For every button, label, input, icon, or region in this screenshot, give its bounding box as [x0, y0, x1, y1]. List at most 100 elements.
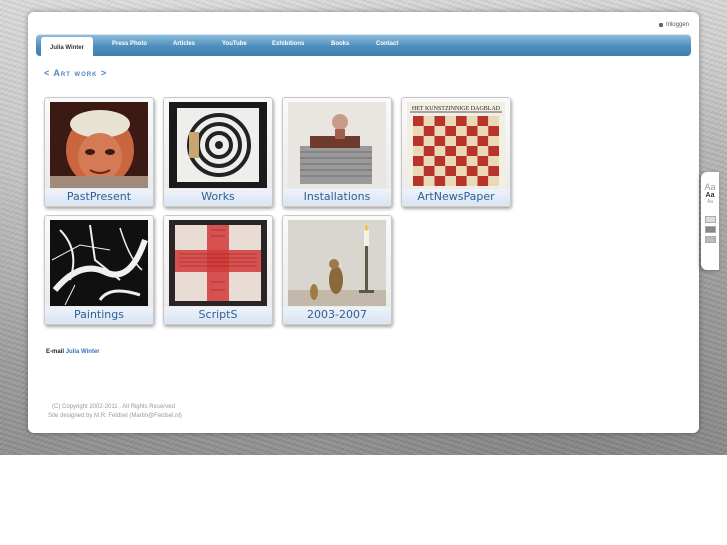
- checker-square: [445, 166, 456, 176]
- checker-square: [423, 146, 435, 156]
- content-panel: Inloggen Julia Winter Press Photo Articl…: [28, 12, 699, 433]
- checker-square: [477, 176, 489, 186]
- checker-square: [413, 156, 424, 166]
- footer: (C) Copyright 2002-2011 . All Rights Res…: [48, 403, 182, 421]
- checker-square: [477, 136, 489, 146]
- checker-square: [466, 116, 478, 126]
- email-link[interactable]: Julia Winter: [66, 349, 100, 355]
- checker-square: [456, 156, 467, 166]
- tile-works[interactable]: Works: [163, 97, 273, 207]
- thumbnail-installations: [288, 102, 386, 188]
- checker-square: [466, 166, 478, 176]
- tile-artnewspaper[interactable]: HET KUNSTZINNIGE DAGBLAD ArtNewsPaper: [401, 97, 511, 207]
- checker-square: [456, 176, 467, 186]
- checker-square: [477, 126, 489, 136]
- checker-square: [456, 126, 467, 136]
- checker-square: [413, 176, 424, 186]
- tile-paintings[interactable]: Paintings: [44, 215, 154, 325]
- nav-item-contact[interactable]: Contact: [376, 41, 398, 47]
- checker-square: [466, 176, 478, 186]
- checker-square: [423, 116, 435, 126]
- checker-square: [445, 136, 456, 146]
- checker-square: [434, 116, 446, 126]
- checker-square: [423, 156, 435, 166]
- checker-square: [477, 146, 489, 156]
- tile-label-pastpresent: PastPresent: [45, 189, 153, 205]
- contrast-swatch-medium[interactable]: [704, 236, 716, 243]
- email-prefix: E-mail: [46, 349, 65, 355]
- checker-square: [488, 176, 499, 186]
- checker-square: [477, 156, 489, 166]
- checker-square: [434, 156, 446, 166]
- checker-square: [466, 136, 478, 146]
- thumbnail-pastpresent: [50, 102, 148, 188]
- section-title: < Art work >: [44, 68, 108, 78]
- checker-square: [434, 136, 446, 146]
- tile-scripts[interactable]: ScriptS: [163, 215, 273, 325]
- login-label: Inloggen: [665, 22, 689, 28]
- tile-label-artnewspaper: ArtNewsPaper: [402, 189, 510, 205]
- checker-square: [423, 136, 435, 146]
- copyright-text: (C) Copyright 2002-2011 . All Rights Res…: [52, 404, 175, 410]
- checker-square: [423, 126, 435, 136]
- nav-item-youtube[interactable]: YouTube: [222, 41, 247, 47]
- checker-square: [466, 126, 478, 136]
- tile-label-scripts: ScriptS: [164, 307, 272, 323]
- contrast-swatch-dark[interactable]: [704, 226, 716, 233]
- nav-item-julia-winter[interactable]: Julia Winter: [41, 37, 93, 56]
- checker-square: [413, 126, 424, 136]
- nav-item-books[interactable]: Books: [331, 41, 349, 47]
- login-link[interactable]: Inloggen: [658, 22, 689, 28]
- checker-square: [413, 166, 424, 176]
- nav-item-exhibitions[interactable]: Exhibitions: [272, 41, 304, 47]
- checker-square: [445, 156, 456, 166]
- checker-square: [466, 146, 478, 156]
- checker-square: [477, 116, 489, 126]
- tile-label-paintings: Paintings: [45, 307, 153, 323]
- thumbnail-scripts: [169, 220, 267, 306]
- font-size-medium[interactable]: Aa: [701, 192, 719, 199]
- tile-label-works: Works: [164, 189, 272, 205]
- tile-label-2003-2007: 2003-2007: [283, 307, 391, 323]
- checker-square: [423, 176, 435, 186]
- main-navigation: Julia Winter Press Photo Articles YouTub…: [36, 34, 691, 56]
- contrast-swatch-light[interactable]: [704, 216, 716, 223]
- checker-square: [488, 116, 499, 126]
- thumbnail-artnewspaper: HET KUNSTZINNIGE DAGBLAD: [407, 102, 505, 188]
- checker-square: [488, 136, 499, 146]
- designer-credit: Site designed by M.R. Feldsel (Martin@Fe…: [48, 413, 182, 419]
- thumbnail-paintings: [50, 220, 148, 306]
- checker-square: [434, 176, 446, 186]
- thumbnail-works: [169, 102, 267, 188]
- tile-installations[interactable]: Installations: [282, 97, 392, 207]
- checker-square: [434, 146, 446, 156]
- checker-square: [413, 146, 424, 156]
- checker-square: [488, 166, 499, 176]
- checker-square: [456, 166, 467, 176]
- checker-square: [434, 166, 446, 176]
- nav-item-articles[interactable]: Articles: [173, 41, 195, 47]
- checker-square: [456, 136, 467, 146]
- checker-square: [445, 176, 456, 186]
- tile-2003-2007[interactable]: 2003-2007: [282, 215, 392, 325]
- email-line: E-mail Julia Winter: [46, 349, 100, 355]
- masthead-text: HET KUNSTZINNIGE DAGBLAD: [412, 106, 501, 112]
- checker-square: [456, 116, 467, 126]
- font-size-large[interactable]: Aa: [701, 182, 719, 192]
- checker-square: [445, 126, 456, 136]
- font-size-widget: Aa Aa Aa: [701, 172, 719, 270]
- checker-square: [445, 146, 456, 156]
- nav-item-press-photo[interactable]: Press Photo: [112, 41, 147, 47]
- checker-square: [488, 156, 499, 166]
- checker-square: [477, 166, 489, 176]
- tile-pastpresent[interactable]: PastPresent: [44, 97, 154, 207]
- checker-square: [413, 136, 424, 146]
- checker-square: [488, 126, 499, 136]
- tile-label-installations: Installations: [283, 189, 391, 205]
- checker-square: [466, 156, 478, 166]
- checker-square: [456, 146, 467, 156]
- checker-square: [445, 116, 456, 126]
- checker-square: [423, 166, 435, 176]
- thumbnail-2003-2007: [288, 220, 386, 306]
- checker-square: [434, 126, 446, 136]
